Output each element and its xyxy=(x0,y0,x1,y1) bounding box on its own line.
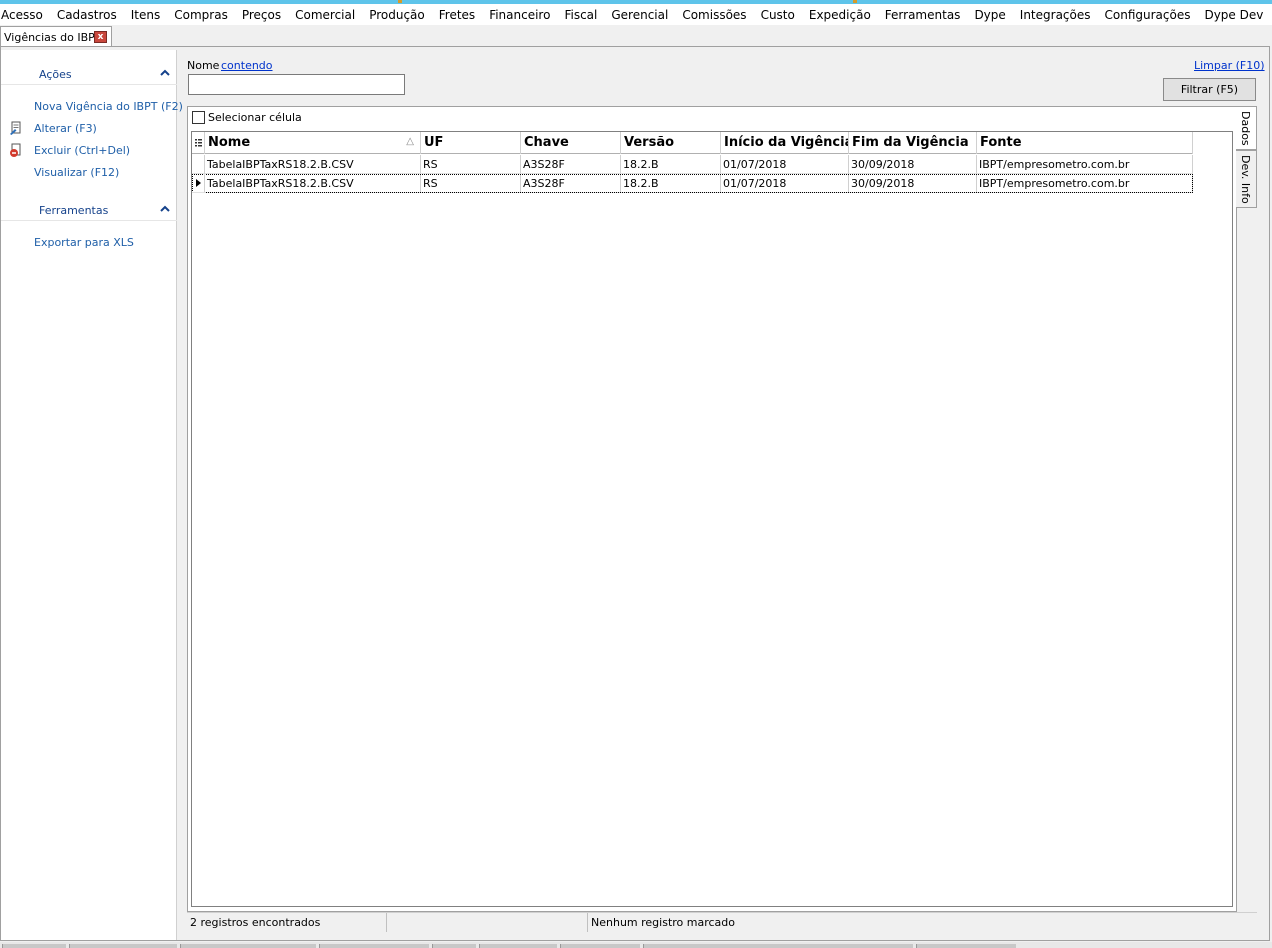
edit-document-icon xyxy=(10,121,21,135)
cell-inicio-vigencia[interactable]: 01/07/2018 xyxy=(721,174,849,193)
column-header-label: Nome xyxy=(208,135,251,150)
row-indicator[interactable] xyxy=(192,174,205,193)
menu-fiscal[interactable]: Fiscal xyxy=(557,8,604,22)
cell-fim-vigencia[interactable]: 30/09/2018 xyxy=(849,155,977,174)
new-vigencia-link[interactable]: Nova Vigência do IBPT (F2) xyxy=(34,100,183,113)
chevron-up-icon[interactable] xyxy=(159,67,171,79)
menu-cadastros[interactable]: Cadastros xyxy=(50,8,124,22)
menu-comercial[interactable]: Comercial xyxy=(288,8,362,22)
column-header-uf[interactable]: UF xyxy=(421,132,521,154)
select-cell-toggle[interactable]: Selecionar célula xyxy=(192,111,302,124)
cell-uf[interactable]: RS xyxy=(421,155,521,174)
marked-records-status: Nenhum registro marcado xyxy=(591,916,735,929)
grid-header: Nome △ UF Chave Versão Início da Vigênci… xyxy=(192,132,1193,154)
current-row-arrow-icon xyxy=(196,179,201,187)
taskbar-slot[interactable] xyxy=(319,944,429,948)
tab-dados-label: Dados xyxy=(1239,111,1252,146)
document-tab-strip: Vigências do IBPT x xyxy=(0,25,1272,47)
menu-producao[interactable]: Produção xyxy=(362,8,432,22)
cell-inicio-vigencia[interactable]: 01/07/2018 xyxy=(721,155,849,174)
cell-fonte[interactable]: IBPT/empresometro.com.br xyxy=(977,155,1193,174)
sort-ascending-icon: △ xyxy=(406,136,414,147)
tab-title: Vigências do IBPT xyxy=(4,30,102,44)
taskbar-slot[interactable] xyxy=(643,944,913,948)
cell-versao[interactable]: 18.2.B xyxy=(621,155,721,174)
menu-itens[interactable]: Itens xyxy=(124,8,167,22)
delete-link[interactable]: Excluir (Ctrl+Del) xyxy=(34,144,130,157)
cell-nome[interactable]: TabelaIBPTaxRS18.2.B.CSV xyxy=(205,174,421,193)
menu-precos[interactable]: Preços xyxy=(235,8,288,22)
clear-filter-link[interactable]: Limpar (F10) xyxy=(1194,59,1265,72)
filter-button[interactable]: Filtrar (F5) xyxy=(1163,78,1256,101)
tab-dev-info[interactable]: Dev. Info xyxy=(1236,150,1257,208)
filter-field-label: Nome xyxy=(187,59,220,72)
accent-mark xyxy=(853,0,857,3)
select-cell-checkbox[interactable] xyxy=(192,111,205,124)
menu-gerencial[interactable]: Gerencial xyxy=(604,8,675,22)
taskbar-slot[interactable] xyxy=(916,944,1016,948)
select-cell-label: Selecionar célula xyxy=(208,111,302,124)
menu-compras[interactable]: Compras xyxy=(167,8,235,22)
tools-group-title: Ferramentas xyxy=(39,204,109,217)
menu-bar: Acesso Cadastros Itens Compras Preços Co… xyxy=(0,4,1272,25)
menu-dype[interactable]: Dype xyxy=(967,8,1012,22)
menu-ferramentas[interactable]: Ferramentas xyxy=(878,8,968,22)
chevron-up-icon[interactable] xyxy=(159,203,171,215)
menu-configuracoes[interactable]: Configurações xyxy=(1098,8,1198,22)
taskbar-slot[interactable] xyxy=(69,944,177,948)
column-header-fonte[interactable]: Fonte xyxy=(977,132,1193,154)
menu-fretes[interactable]: Fretes xyxy=(432,8,482,22)
view-link[interactable]: Visualizar (F12) xyxy=(34,166,119,179)
delete-icon xyxy=(10,143,21,157)
edit-link[interactable]: Alterar (F3) xyxy=(34,122,97,135)
cell-nome[interactable]: TabelaIBPTaxRS18.2.B.CSV xyxy=(205,155,421,174)
column-chooser-icon[interactable] xyxy=(192,132,205,154)
export-xls-link[interactable]: Exportar para XLS xyxy=(34,236,134,249)
data-grid: Nome △ UF Chave Versão Início da Vigênci… xyxy=(191,131,1233,907)
table-row[interactable]: TabelaIBPTaxRS18.2.B.CSV RS A3S28F 18.2.… xyxy=(192,155,1193,174)
taskbar-slot[interactable] xyxy=(560,944,640,948)
table-row[interactable]: TabelaIBPTaxRS18.2.B.CSV RS A3S28F 18.2.… xyxy=(192,174,1193,193)
cell-chave[interactable]: A3S28F xyxy=(521,155,621,174)
cell-versao[interactable]: 18.2.B xyxy=(621,174,721,193)
record-count-status: 2 registros encontrados xyxy=(187,913,387,932)
close-icon[interactable]: x xyxy=(94,31,107,43)
name-filter-input[interactable] xyxy=(188,74,405,95)
column-header-inicio-vigencia[interactable]: Início da Vigência xyxy=(721,132,849,154)
action-sidebar: Ações Nova Vigência do IBPT (F2) Alterar… xyxy=(1,50,183,940)
taskbar-slot[interactable] xyxy=(432,944,476,948)
actions-group-title: Ações xyxy=(39,68,72,81)
cell-uf[interactable]: RS xyxy=(421,174,521,193)
actions-group-header[interactable]: Ações xyxy=(1,63,177,85)
filter-operator-link[interactable]: contendo xyxy=(221,59,273,72)
column-header-chave[interactable]: Chave xyxy=(521,132,621,154)
accent-mark xyxy=(398,0,402,3)
cell-fonte[interactable]: IBPT/empresometro.com.br xyxy=(977,174,1193,193)
cell-fim-vigencia[interactable]: 30/09/2018 xyxy=(849,174,977,193)
row-indicator[interactable] xyxy=(192,155,205,174)
tab-dados[interactable]: Dados xyxy=(1236,106,1257,150)
menu-expedicao[interactable]: Expedição xyxy=(802,8,878,22)
taskbar-slot[interactable] xyxy=(180,944,316,948)
tab-vigencias-ibpt[interactable]: Vigências do IBPT x xyxy=(0,26,112,47)
menu-integracoes[interactable]: Integrações xyxy=(1013,8,1098,22)
tools-group-header[interactable]: Ferramentas xyxy=(1,199,177,221)
taskbar-slot[interactable] xyxy=(2,944,66,948)
status-bar: 2 registros encontrados Nenhum registro … xyxy=(187,912,1257,932)
taskbar-slot[interactable] xyxy=(479,944,557,948)
column-header-versao[interactable]: Versão xyxy=(621,132,721,154)
column-header-fim-vigencia[interactable]: Fim da Vigência xyxy=(849,132,977,154)
status-middle xyxy=(387,913,588,932)
menu-financeiro[interactable]: Financeiro xyxy=(482,8,557,22)
menu-comissoes[interactable]: Comissões xyxy=(675,8,753,22)
cell-chave[interactable]: A3S28F xyxy=(521,174,621,193)
menu-dype-dev[interactable]: Dype Dev xyxy=(1197,8,1270,22)
menu-acesso[interactable]: Acesso xyxy=(0,8,50,22)
tab-dev-info-label: Dev. Info xyxy=(1239,155,1252,204)
column-chooser[interactable] xyxy=(192,132,205,154)
column-header-nome[interactable]: Nome △ xyxy=(205,132,421,154)
menu-custo[interactable]: Custo xyxy=(754,8,802,22)
